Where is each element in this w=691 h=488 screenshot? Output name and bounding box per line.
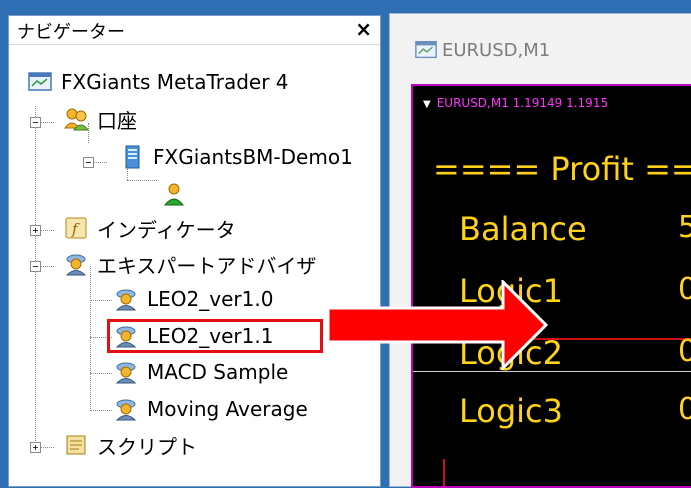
expert-item-leo2-ver1-1[interactable]: LEO2_ver1.1 <box>113 320 273 352</box>
server-label: FXGiantsBM-Demo1 <box>153 145 353 169</box>
expert-item-label: Moving Average <box>147 397 308 421</box>
price-line-white <box>413 371 691 372</box>
tree-line <box>127 180 157 181</box>
experts-label: エキスパートアドバイザ <box>97 253 317 278</box>
chart-info-line: ▼ EURUSD,M1 1.19149 1.1915 <box>423 96 608 110</box>
tree-line <box>90 373 112 374</box>
indicators-label: インディケータ <box>97 217 236 242</box>
tree-root-label: FXGiants MetaTrader 4 <box>61 70 289 94</box>
expand-toggle-scripts[interactable] <box>30 442 41 453</box>
tree-line <box>90 266 91 411</box>
chart-info-text: EURUSD,M1 1.19149 1.1915 <box>436 96 609 110</box>
collapse-toggle-experts[interactable] <box>30 261 41 272</box>
tree-line <box>93 162 107 163</box>
chart-titlebar: EURUSD,M1 <box>390 14 691 80</box>
expert-item-moving-average[interactable]: Moving Average <box>113 393 308 425</box>
accounts-label: 口座 <box>97 108 137 133</box>
terminal-icon <box>27 69 53 95</box>
expert-item-label: MACD Sample <box>147 360 289 384</box>
tree-item-server[interactable]: FXGiantsBM-Demo1 <box>119 141 353 173</box>
user-icon <box>161 181 187 207</box>
server-icon <box>119 144 145 170</box>
navigator-header: ナビゲーター × <box>9 16 380 45</box>
tree-line <box>90 337 112 338</box>
tree-line <box>90 410 112 411</box>
close-icon[interactable]: × <box>355 17 372 41</box>
profit-row-label: Balance <box>459 210 587 248</box>
tree-line <box>40 447 54 448</box>
scripts-icon <box>63 432 89 458</box>
navigator-panel: ナビゲーター × FXGiants MetaTrader 4 口座 FXGian… <box>8 15 381 487</box>
tree-line <box>40 122 54 123</box>
tree-item-accounts[interactable]: 口座 <box>63 103 137 135</box>
expert-item-macd-sample[interactable]: MACD Sample <box>113 356 288 388</box>
tree-line <box>40 230 54 231</box>
tree-item-account-user[interactable] <box>161 178 187 210</box>
tree-line <box>90 300 112 301</box>
collapse-toggle-server[interactable] <box>83 157 94 168</box>
profit-row-value: 0 <box>678 272 691 307</box>
tree-item-experts[interactable]: エキスパートアドバイザ <box>63 248 316 280</box>
expert-advisor-icon <box>113 359 139 385</box>
chart-window: EURUSD,M1 ▼ EURUSD,M1 1.19149 1.1915 ====… <box>389 13 691 488</box>
expand-toggle-indicators[interactable] <box>30 225 41 236</box>
price-tick-red <box>443 459 445 486</box>
navigator-title: ナビゲーター <box>17 22 125 43</box>
tree-line <box>35 106 36 441</box>
profit-row-value: 0 <box>678 392 691 427</box>
expert-advisor-icon <box>113 396 139 422</box>
expert-item-leo2-ver1-0[interactable]: LEO2_ver1.0 <box>113 283 273 315</box>
tree-line <box>40 266 54 267</box>
triangle-down-icon: ▼ <box>423 99 431 110</box>
collapse-toggle-accounts[interactable] <box>30 117 41 128</box>
profit-row-value: 5 <box>678 210 691 245</box>
chart-window-icon <box>414 38 440 64</box>
expert-item-label: LEO2_ver1.1 <box>147 324 274 348</box>
profit-row-value: 0 <box>678 334 691 369</box>
profit-header: ==== Profit === <box>433 150 691 188</box>
expert-advisor-icon <box>113 286 139 312</box>
scripts-label: スクリプト <box>97 434 197 459</box>
tree-item-scripts[interactable]: スクリプト <box>63 429 197 461</box>
expert-advisor-icon <box>63 251 89 277</box>
tree-item-indicators[interactable]: f インディケータ <box>63 212 236 244</box>
expert-advisor-icon <box>113 323 139 349</box>
chart-window-title: EURUSD,M1 <box>442 40 551 61</box>
profit-row-label: Logic3 <box>459 392 563 430</box>
expert-item-label: LEO2_ver1.0 <box>147 287 274 311</box>
navigator-tree: FXGiants MetaTrader 4 口座 FXGiantsBM-Demo… <box>9 44 380 488</box>
arrow-right-icon <box>326 280 548 370</box>
accounts-icon <box>63 106 89 132</box>
tree-root-terminal[interactable]: FXGiants MetaTrader 4 <box>27 66 289 98</box>
indicators-icon: f <box>63 215 89 241</box>
